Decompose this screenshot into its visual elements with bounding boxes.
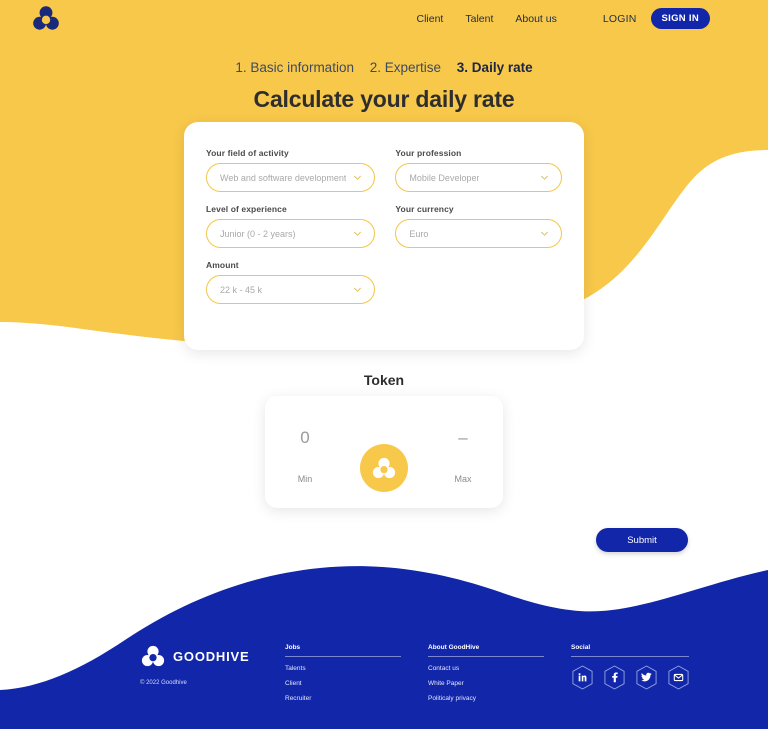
chevron-down-icon (353, 229, 362, 238)
label-profession: Your profession (395, 148, 462, 158)
step-basic-information[interactable]: 1. Basic information (235, 60, 354, 75)
token-min-label: Min (297, 474, 313, 484)
footer-column-jobs: Jobs Talents Client Recruiter (285, 644, 403, 710)
nav-link-talent[interactable]: Talent (465, 13, 493, 25)
step-indicator: 1. Basic information 2. Expertise 3. Dai… (0, 60, 768, 75)
select-level-of-experience[interactable]: Junior (0 - 2 years) (206, 219, 376, 248)
select-field-of-activity[interactable]: Web and software development (206, 163, 376, 192)
form-field-profession: Your profession Mobile Developer (395, 148, 562, 192)
login-link[interactable]: LOGIN (603, 13, 637, 25)
page-title: Calculate your daily rate (253, 86, 515, 112)
nav-link-client[interactable]: Client (417, 13, 444, 25)
select-value-profession: Mobile Developer (409, 172, 480, 183)
step-daily-rate[interactable]: 3. Daily rate (457, 60, 533, 75)
linkedin-icon[interactable] (571, 665, 594, 690)
footer-link-recruiter[interactable]: Recruiter (285, 695, 403, 702)
token-section-title: Token (363, 372, 405, 388)
chevron-down-icon (353, 285, 362, 294)
nav-link-about-us[interactable]: About us (515, 13, 556, 25)
footer-link-white-paper[interactable]: White Paper (428, 680, 546, 687)
footer-heading-jobs: Jobs (285, 644, 301, 651)
goodhive-trefoil-logo-icon (141, 645, 165, 667)
social-links (571, 665, 701, 690)
select-value-field-of-activity: Web and software development (220, 172, 347, 183)
select-profession[interactable]: Mobile Developer (395, 163, 562, 192)
select-currency[interactable]: Euro (395, 219, 562, 248)
sign-in-button[interactable]: SIGN IN (650, 8, 710, 29)
select-amount[interactable]: 22 k - 45 k (206, 275, 376, 304)
footer-link-client[interactable]: Client (285, 680, 403, 687)
select-value-amount: 22 k - 45 k (220, 284, 263, 295)
chevron-down-icon (353, 173, 362, 182)
site-footer: GOODHIVE © 2022 Goodhive Jobs Talents Cl… (0, 630, 768, 729)
daily-rate-form-card: Your field of activity Web and software … (184, 122, 584, 350)
token-min-value: 0 (300, 427, 310, 447)
footer-link-contact-us[interactable]: Contact us (428, 665, 546, 672)
footer-divider (428, 656, 544, 657)
footer-divider (285, 656, 401, 657)
facebook-icon[interactable] (603, 665, 626, 690)
chevron-down-icon (540, 173, 549, 182)
token-max-value: – (458, 427, 468, 447)
select-value-level-of-experience: Junior (0 - 2 years) (220, 228, 296, 239)
form-field-level-of-experience: Level of experience Junior (0 - 2 years) (206, 204, 376, 248)
footer-divider (571, 656, 689, 657)
token-card: 0 Min – Max (265, 396, 503, 508)
main-navigation: Client Talent About us LOGIN SIGN IN (417, 8, 710, 29)
footer-heading-social: Social (571, 644, 591, 651)
site-header: Client Talent About us LOGIN SIGN IN (0, 0, 768, 36)
submit-button[interactable]: Submit (596, 528, 688, 552)
label-amount: Amount (206, 260, 239, 270)
footer-link-privacy[interactable]: Politicaly privacy (428, 695, 546, 702)
footer-column-about: About GoodHive Contact us White Paper Po… (428, 644, 546, 710)
step-expertise[interactable]: 2. Expertise (370, 60, 441, 75)
token-max-label: Max (454, 474, 472, 484)
label-level-of-experience: Level of experience (206, 204, 287, 214)
label-currency: Your currency (395, 204, 454, 214)
footer-heading-about: About GoodHive (428, 644, 480, 651)
footer-wordmark: GOODHIVE (173, 648, 250, 664)
token-min-group: 0 Min (270, 426, 340, 485)
footer-copyright: © 2022 Goodhive (140, 680, 187, 686)
select-value-currency: Euro (409, 228, 429, 239)
footer-brand[interactable]: GOODHIVE (140, 643, 249, 669)
form-field-amount: Amount 22 k - 45 k (206, 260, 376, 304)
token-max-group: – Max (428, 426, 498, 485)
label-field-of-activity: Your field of activity (206, 148, 289, 158)
form-field-currency: Your currency Euro (395, 204, 562, 248)
email-icon[interactable] (667, 665, 690, 690)
goodhive-trefoil-logo-icon[interactable] (31, 3, 61, 33)
footer-column-social: Social (571, 644, 701, 690)
form-grid: Your field of activity Web and software … (184, 148, 584, 304)
twitter-icon[interactable] (635, 665, 658, 690)
footer-link-talents[interactable]: Talents (285, 665, 403, 672)
form-field-field-of-activity: Your field of activity Web and software … (206, 148, 376, 192)
token-logo-badge[interactable] (360, 444, 408, 492)
chevron-down-icon (540, 229, 549, 238)
